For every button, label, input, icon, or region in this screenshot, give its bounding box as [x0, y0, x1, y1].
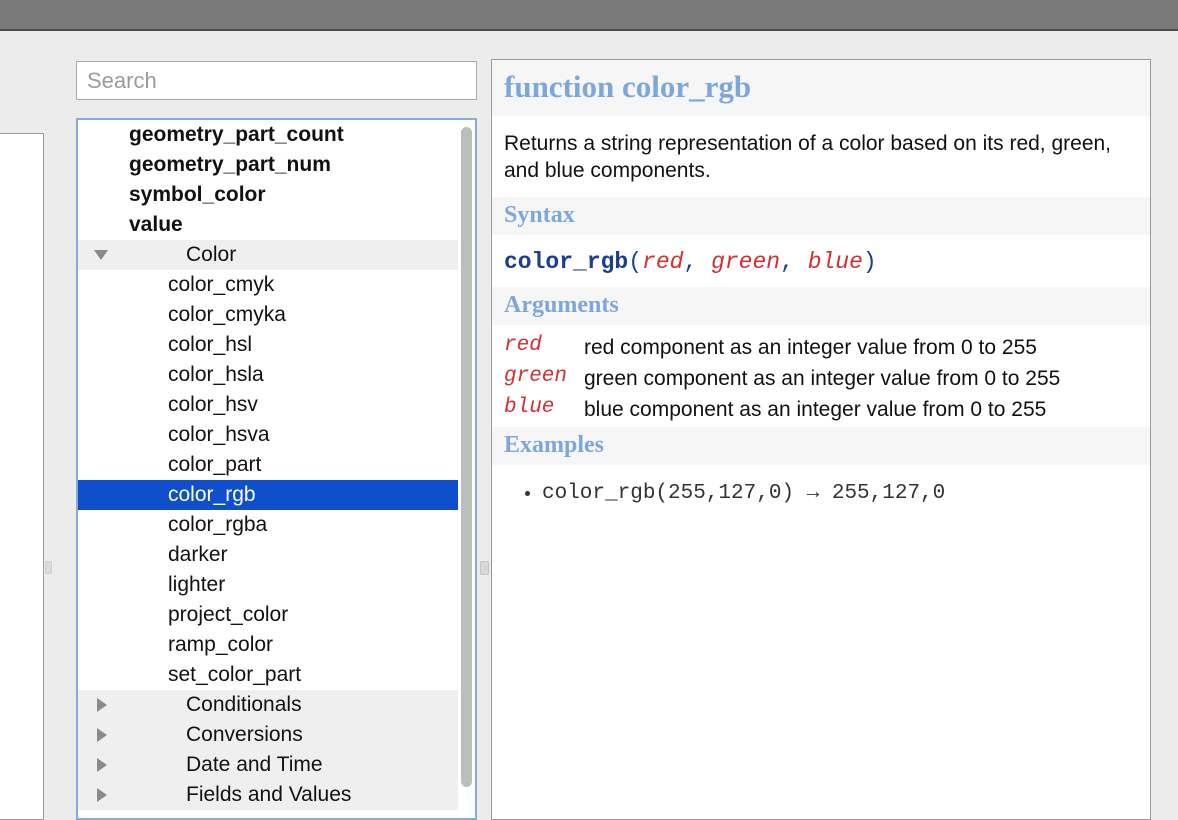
- chevron-right-icon[interactable]: [97, 698, 107, 712]
- tree-item-label: color_hsla: [168, 363, 264, 386]
- tree-item-label: Color: [186, 243, 237, 266]
- tree-item-color_part[interactable]: color_part: [78, 450, 458, 480]
- argument-description: red component as an integer value from 0…: [584, 335, 1037, 359]
- syntax-open-paren: (: [628, 248, 643, 275]
- tree-vertical-scrollbar[interactable]: [459, 121, 474, 817]
- tree-doc-splitter-grip-icon: [480, 561, 489, 575]
- tree-item-color[interactable]: Color: [78, 240, 458, 270]
- syntax-close-paren: ): [862, 248, 877, 275]
- tree-item-date-and-time[interactable]: Date and Time: [78, 750, 458, 780]
- tree-item-label: color_rgb: [168, 483, 256, 506]
- tree-item-label: Conditionals: [186, 693, 302, 716]
- tree-item-label: darker: [168, 543, 228, 566]
- tree-item-label: value: [129, 213, 183, 236]
- doc-section-arguments-heading: Arguments: [492, 286, 1150, 325]
- tree-item-lighter[interactable]: lighter: [78, 570, 458, 600]
- tree-item-set_color_part[interactable]: set_color_part: [78, 660, 458, 690]
- tree-item-color_hsva[interactable]: color_hsva: [78, 420, 458, 450]
- tree-item-color_cmyk[interactable]: color_cmyk: [78, 270, 458, 300]
- argument-description: green component as an integer value from…: [584, 366, 1061, 390]
- tree-item-label: color_hsl: [168, 333, 253, 356]
- chevron-right-icon[interactable]: [97, 788, 107, 802]
- search-input[interactable]: [85, 66, 468, 95]
- tree-doc-splitter-handle[interactable]: [478, 555, 490, 581]
- syntax-function-name: color_rgb: [504, 248, 629, 275]
- tree-item-color_rgba[interactable]: color_rgba: [78, 510, 458, 540]
- tree-item-label: color_rgba: [168, 513, 268, 536]
- tree-item-label: lighter: [168, 573, 226, 596]
- tree-item-value[interactable]: value: [78, 210, 458, 240]
- tree-item-fields-and-values[interactable]: Fields and Values: [78, 780, 458, 810]
- doc-section-syntax-heading: Syntax: [492, 196, 1150, 235]
- tree-item-label: ramp_color: [168, 633, 274, 656]
- tree-item-label: color_cmyka: [168, 303, 286, 326]
- left-side-panel-stub: [0, 133, 44, 820]
- argument-row: green green component as an integer value…: [492, 364, 1150, 395]
- argument-name: green: [504, 364, 568, 388]
- tree-item-label: set_color_part: [168, 663, 302, 686]
- tree-item-label: color_hsv: [168, 393, 258, 416]
- tree-item-color_hsla[interactable]: color_hsla: [78, 360, 458, 390]
- app-root: geometry_part_count geometry_part_numsymb…: [0, 0, 1178, 820]
- chevron-right-icon[interactable]: [97, 758, 107, 772]
- syntax-separator-1: ,: [683, 248, 712, 275]
- tree-item-label: color_cmyk: [168, 273, 275, 296]
- syntax-arg-red: red: [642, 248, 684, 275]
- tree-item-label: geometry_part_num: [129, 153, 331, 176]
- tree-item-color_hsl[interactable]: color_hsl: [78, 330, 458, 360]
- tree-scrollbar-thumb[interactable]: [461, 127, 472, 787]
- tree-item-color_rgb[interactable]: color_rgb: [78, 480, 458, 510]
- tree-item-project_color[interactable]: project_color: [78, 600, 458, 630]
- tree-item-label: project_color: [168, 603, 289, 626]
- tree-item-ramp_color[interactable]: ramp_color: [78, 630, 458, 660]
- tree-item-label: Conversions: [186, 723, 303, 746]
- tree-item-color_cmyka[interactable]: color_cmyka: [78, 300, 458, 330]
- left-splitter-grip-icon: [45, 561, 52, 574]
- doc-title: function color_rgb: [492, 60, 1150, 117]
- window-titlebar: [0, 0, 1178, 31]
- syntax-arg-blue: blue: [807, 248, 863, 275]
- argument-description: blue component as an integer value from …: [584, 398, 1047, 422]
- left-splitter-handle[interactable]: [44, 555, 53, 579]
- tree-item-darker[interactable]: darker: [78, 540, 458, 570]
- tree-item-conditionals[interactable]: Conditionals: [78, 690, 458, 720]
- tree-item-color_hsv[interactable]: color_hsv: [78, 390, 458, 420]
- argument-row: red red component as an integer value fro…: [492, 333, 1150, 364]
- doc-syntax-signature: color_rgb(red, green, blue): [492, 235, 1150, 287]
- tree-item-conversions[interactable]: Conversions: [78, 720, 458, 750]
- tree-item-label: color_part: [168, 453, 262, 476]
- examples-list: color_rgb(255,127,0) → 255,127,0: [492, 465, 1150, 520]
- arguments-table: red red component as an integer value fro…: [492, 333, 1150, 427]
- tree-item-label: geometry_part_count: [129, 123, 344, 146]
- tree-item-label: Fields and Values: [186, 783, 352, 806]
- function-tree-panel[interactable]: geometry_part_count geometry_part_numsymb…: [76, 118, 477, 820]
- tree-item-label: Date and Time: [186, 753, 323, 776]
- argument-row: blue blue component as an integer value f…: [492, 395, 1150, 426]
- tree-item-symbol_color[interactable]: symbol_color: [78, 180, 458, 210]
- doc-section-examples-heading: Examples: [492, 426, 1150, 465]
- syntax-separator-2: ,: [780, 248, 808, 275]
- search-field-wrapper[interactable]: [76, 61, 477, 100]
- argument-name: red: [504, 333, 542, 357]
- tree-item-label: symbol_color: [129, 183, 266, 206]
- example-item: color_rgb(255,127,0) → 255,127,0: [542, 479, 1138, 508]
- tree-item-geometry_part_count[interactable]: geometry_part_count: [78, 120, 458, 150]
- chevron-down-icon[interactable]: [94, 250, 108, 260]
- tree-item-geometry_part_num[interactable]: geometry_part_num: [78, 150, 458, 180]
- function-tree-list[interactable]: geometry_part_count geometry_part_numsymb…: [78, 120, 458, 818]
- chevron-right-icon[interactable]: [97, 728, 107, 742]
- tree-item-label: color_hsva: [168, 423, 270, 446]
- argument-name: blue: [504, 396, 555, 420]
- doc-description: Returns a string representation of a col…: [504, 132, 1112, 183]
- syntax-arg-green: green: [711, 248, 781, 275]
- documentation-panel: function color_rgb Returns a string repr…: [491, 59, 1151, 820]
